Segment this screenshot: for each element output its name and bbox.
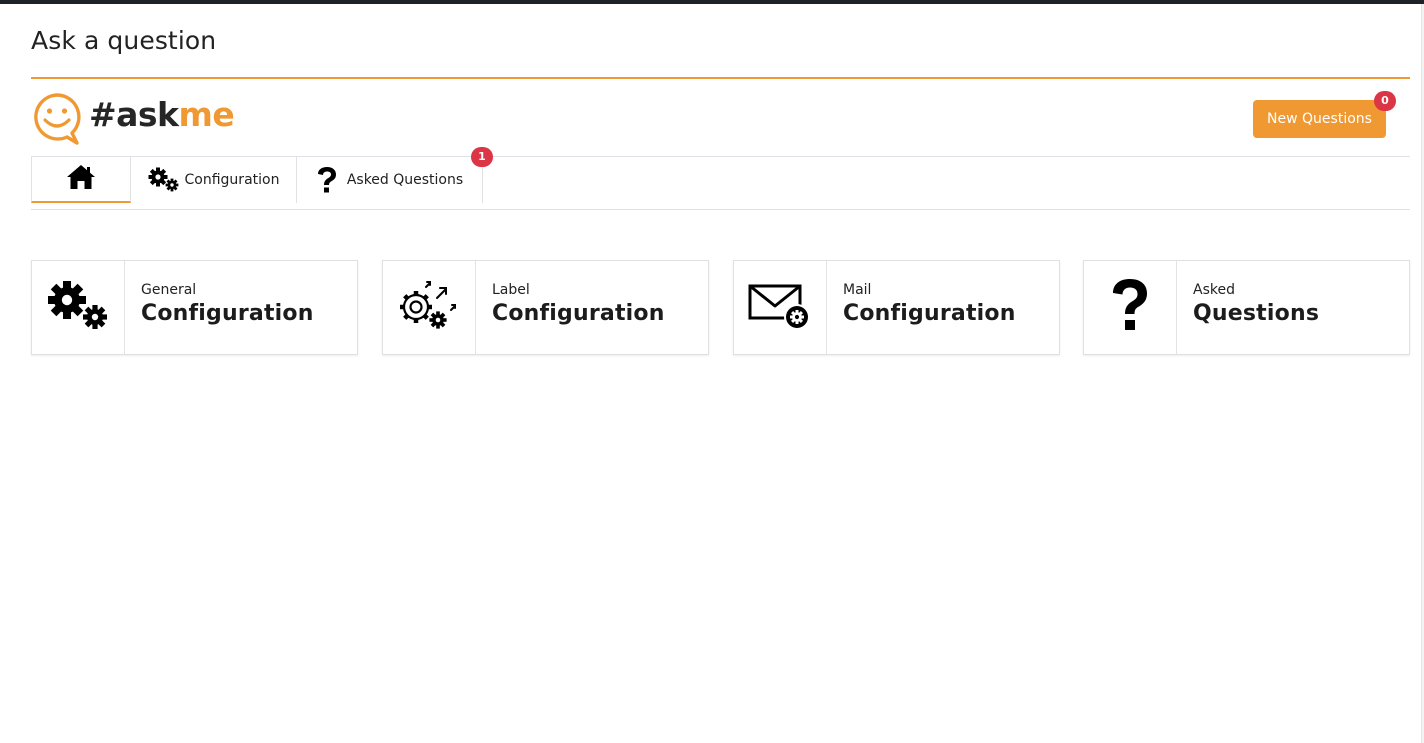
label-config-icon xyxy=(397,280,461,336)
card-icon-box xyxy=(734,261,827,354)
logo-accent-text: me xyxy=(178,94,235,134)
page-title: Ask a question xyxy=(31,26,217,55)
card-icon-box xyxy=(32,261,125,354)
tab-configuration-label: Configuration xyxy=(184,172,280,188)
new-questions-button[interactable]: New Questions xyxy=(1253,100,1386,138)
tabs-bottom-divider xyxy=(31,209,1410,210)
gears-icon xyxy=(46,280,110,336)
new-questions-count-badge: 0 xyxy=(1374,91,1396,111)
card-text: General Configuration xyxy=(125,261,314,354)
gears-icon xyxy=(148,167,180,193)
smiley-icon xyxy=(31,92,83,146)
card-title: Questions xyxy=(1193,301,1320,326)
card-title: Configuration xyxy=(492,301,665,326)
card-icon-box xyxy=(1084,261,1177,354)
mail-config-icon xyxy=(747,280,813,336)
title-divider xyxy=(31,77,1410,79)
card-subtitle: Label xyxy=(492,282,530,298)
logo-text: #askme xyxy=(89,94,235,134)
home-icon xyxy=(66,164,96,194)
logo-hash-text: #ask xyxy=(89,94,179,134)
tab-configuration[interactable]: Configuration xyxy=(131,157,297,203)
question-icon xyxy=(1110,278,1150,338)
card-title: Configuration xyxy=(141,301,314,326)
card-title: Configuration xyxy=(843,301,1016,326)
question-icon xyxy=(316,166,338,194)
card-text: Label Configuration xyxy=(476,261,665,354)
card-asked-questions[interactable]: Asked Questions xyxy=(1083,260,1410,355)
askme-logo: #askme xyxy=(31,92,235,146)
card-icon-box xyxy=(383,261,476,354)
card-label-configuration[interactable]: Label Configuration xyxy=(382,260,709,355)
tab-asked-questions-label: Asked Questions xyxy=(346,172,464,188)
window-top-bar xyxy=(0,0,1424,4)
tab-asked-questions[interactable]: Asked Questions xyxy=(297,157,483,203)
nav-tabs: Configuration Asked Questions xyxy=(31,157,483,203)
card-mail-configuration[interactable]: Mail Configuration xyxy=(733,260,1060,355)
asked-questions-count-badge: 1 xyxy=(471,147,493,167)
card-subtitle: Asked xyxy=(1193,282,1235,298)
card-text: Asked Questions xyxy=(1177,261,1319,354)
card-general-configuration[interactable]: General Configuration xyxy=(31,260,358,355)
card-subtitle: General xyxy=(141,282,197,298)
card-subtitle: Mail xyxy=(843,282,872,298)
tab-home[interactable] xyxy=(31,157,131,203)
card-text: Mail Configuration xyxy=(827,261,1016,354)
